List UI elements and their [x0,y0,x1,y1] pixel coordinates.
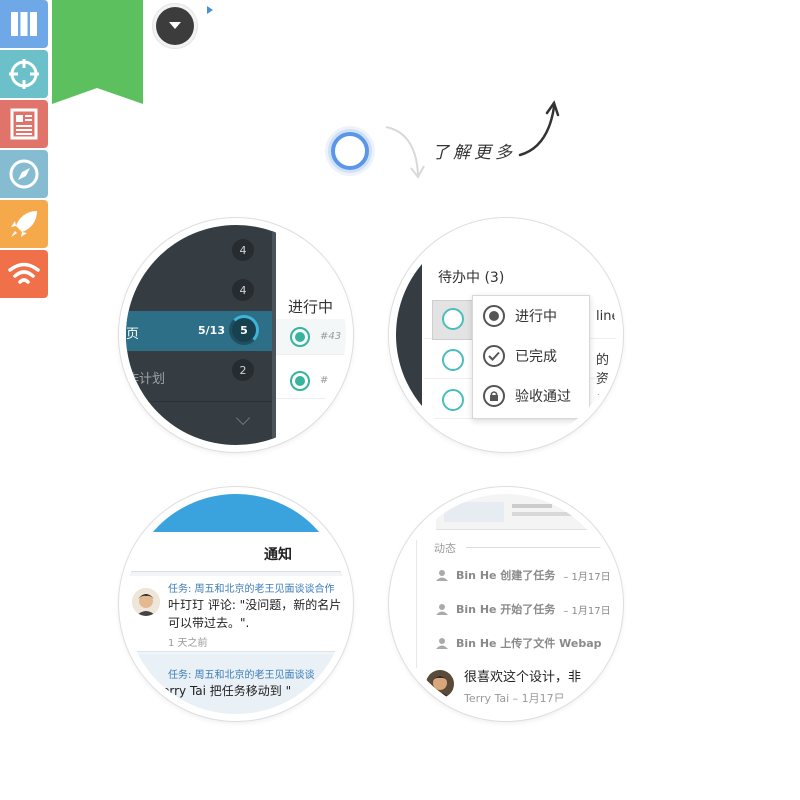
sidebar-item-plan-label[interactable]: 作计划 [126,368,165,387]
rail-item-wifi[interactable] [0,250,48,298]
rail-item-compass[interactable] [0,150,48,198]
task-id: #43 [320,331,342,342]
pointer-triangle-icon [207,6,213,14]
task-id: # [320,375,329,386]
sidebar-item-label: 页 [126,327,140,342]
user-icon [436,570,448,581]
notification-text: 叶玎玎 评论: "没问题，新的名片 [168,598,342,612]
notification-task-link[interactable]: 任务: 周五和北京的老王见面谈谈合作 [168,580,335,595]
avatar [426,670,454,698]
status-ring-icon[interactable] [442,349,464,371]
notification-text: 可以带过去。". [168,616,250,630]
learn-more-label[interactable]: 了解更多 [432,138,516,163]
activity-text: Bin He 开始了任务 [456,603,556,616]
compass-icon [9,159,39,189]
status-dropdown-menu: 进行中 已完成 验收通过 [472,295,590,419]
count-badge: 4 [232,239,254,261]
rail-item-columns[interactable] [0,0,48,48]
activity-text: Bin He 上传了文件 Webap [456,637,602,650]
notification-task-link[interactable]: 任务: 周五和北京的老王见面谈谈 [168,666,315,681]
preview-circle-status-menu: 待办中 (3) line/ 的资 示 进行中 已完成 验收通过 [389,218,623,452]
rail-item-target[interactable] [0,50,48,98]
rail-item-news[interactable] [0,100,48,148]
count-badge: 4 [232,279,254,301]
activity-section-label: 动态 [434,542,456,555]
notifications-header [126,532,346,572]
activity-item: Bin He 上传了文件 Webap [436,635,610,651]
crosshair-icon [9,59,39,89]
screenshot-thumbnail [436,494,616,530]
ring-icon [331,132,369,170]
task-row[interactable]: # [276,363,346,399]
count-badge: 2 [232,359,254,381]
check-circle-icon [483,345,505,367]
notification-item[interactable]: 任务: 周五和北京的老王见面谈谈合作 叶玎玎 评论: "没问题，新的名片 可以带… [126,576,346,652]
columns-icon [11,12,37,36]
activity-item: Bin He 创建了任务 – 1月17日 [436,567,611,583]
status-ring-icon[interactable] [442,308,464,330]
notifications-title: 通知 [264,547,292,563]
notification-item[interactable]: 任务: 周五和北京的老王见面谈谈 erry Tai 把任务移动到 " [126,654,346,714]
page: 了解更多 4 4 页 5/13 5 作计划 2 进行中 #43 # 待办中 (3… [0,0,800,800]
newspaper-icon [10,108,38,140]
task-title-fragment: 示 [596,393,610,408]
menu-item-in-progress[interactable]: 进行中 [483,305,557,327]
status-ring-icon[interactable] [442,389,464,411]
ribbon-bookmark [52,0,143,104]
activity-item: Bin He 开始了任务 – 1月17日 [436,601,611,617]
comment-text: 很喜欢这个设计，非 [464,670,582,685]
user-icon [436,638,448,649]
todo-heading: 待办中 (3) [438,270,505,286]
activity-date: – 1月17日 [563,605,611,617]
radio-selected-icon[interactable] [290,327,310,347]
radio-selected-icon[interactable] [290,371,310,391]
menu-item-label: 进行中 [515,309,557,325]
menu-item-done[interactable]: 已完成 [483,345,557,367]
avatar [132,588,160,616]
menu-item-label: 已完成 [515,349,557,365]
divider [126,401,272,402]
divider [466,547,616,548]
timeline-line [416,494,417,714]
activity-date: – 1月17日 [563,571,611,583]
preview-circle-activity: 动态 Bin He 创建了任务 – 1月17日 Bin He 开始了任务 – 1… [389,487,623,721]
rocket-icon [11,211,37,237]
preview-circle-sidebar: 4 4 页 5/13 5 作计划 2 进行中 #43 # [119,218,353,452]
wifi-icon [8,262,40,284]
notification-time: 1 天之前 [168,638,208,649]
learn-more-button[interactable] [325,126,375,176]
status-heading: 进行中 [288,298,334,316]
dropdown-toggle-button[interactable] [152,3,198,49]
sidebar-edge [396,225,422,445]
app-icon-rail [0,0,48,300]
lock-icon [483,385,505,407]
radio-dot-icon [483,305,505,327]
task-row[interactable]: #43 [276,319,346,355]
menu-item-label: 验收通过 [515,389,571,405]
task-title-fragment: 的资 [596,353,610,387]
user-icon [436,604,448,615]
sidebar-item-count: 5/13 [198,324,225,337]
menu-item-accepted[interactable]: 验收通过 [483,385,571,407]
activity-text: Bin He 创建了任务 [456,569,556,582]
rail-item-launch[interactable] [0,200,48,248]
notification-text: erry Tai 把任务移动到 " [162,684,292,698]
app-top-bar [126,494,346,532]
comment-meta: Terry Tai – 1月17日 [464,692,565,705]
task-title-fragment: line/ [596,309,623,324]
chevron-down-icon [156,7,194,45]
progress-ring: 5 [229,315,259,345]
preview-circle-notifications: 通知 任务: 周五和北京的老王见面谈谈合作 叶玎玎 评论: "没问题，新的名片 … [119,487,353,721]
